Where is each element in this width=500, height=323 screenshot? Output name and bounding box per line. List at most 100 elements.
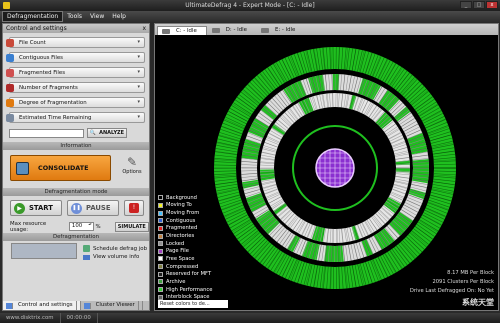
stat-row[interactable]: Estimated Time Remaining ▾ xyxy=(6,112,145,123)
legend-item: High Performance xyxy=(158,286,212,294)
chevron-down-icon: ▾ xyxy=(137,69,140,75)
legend-label: Page File xyxy=(166,248,189,255)
information-list: File Count ▾ Contiguous Files ▾ Fragmented F… xyxy=(3,37,149,123)
legend-item: Page File xyxy=(158,247,212,255)
chevron-down-icon: ▾ xyxy=(137,99,140,105)
stat-label: Contiguous Files xyxy=(19,54,63,61)
last-defragged: Drive Last Defragged On: No Yet xyxy=(409,288,494,294)
menu-defragmentation[interactable]: Defragmentation xyxy=(2,11,64,22)
volume-info-link[interactable]: View volume info xyxy=(83,254,139,260)
stat-row[interactable]: File Count ▾ xyxy=(6,37,145,48)
chevron-down-icon: ▾ xyxy=(137,39,140,45)
menu-view[interactable]: View xyxy=(86,11,108,22)
stat-label: Degree of Fragmentation xyxy=(19,99,87,106)
pause-button[interactable]: ❚❚ PAUSE xyxy=(67,200,119,216)
tab-drive-e[interactable]: E: - Idle xyxy=(257,26,304,35)
chevron-down-icon: ▾ xyxy=(137,114,140,120)
legend-swatch xyxy=(158,264,163,270)
drive-icon xyxy=(260,28,269,33)
legend-label: Fragmented xyxy=(166,225,198,232)
menu-help[interactable]: Help xyxy=(108,11,130,22)
consolidate-button[interactable]: CONSOLIDATE xyxy=(10,155,111,181)
legend-label: Compressed xyxy=(166,263,199,270)
legend-swatch xyxy=(158,287,163,292)
drive-tabs: C: - Idle D: - Idle E: - Idle xyxy=(155,24,498,35)
status-time: 00:00:00 xyxy=(61,313,98,323)
tab-control-settings[interactable]: Control and settings xyxy=(3,301,81,310)
calendar-icon xyxy=(83,245,90,252)
legend-item: Moving To xyxy=(158,202,212,210)
legend-swatch xyxy=(158,241,163,247)
title-bar: UltimateDefrag 4 - Expert Mode - [C: - I… xyxy=(0,0,500,11)
legend-item: Archive xyxy=(158,278,212,286)
legend-swatch xyxy=(158,279,163,285)
block-stats: 8.17 MB Per Block 2091 Clusters Per Bloc… xyxy=(410,269,494,296)
legend-item: Compressed xyxy=(158,263,212,271)
legend-swatch xyxy=(158,271,163,277)
chevron-down-icon: ▾ xyxy=(137,84,140,90)
tab-cluster-label: Cluster Viewer xyxy=(93,301,139,310)
files-icon xyxy=(6,38,14,47)
menu-tools[interactable]: Tools xyxy=(63,11,86,22)
resource-label: Max resource usage: xyxy=(10,220,47,233)
clusters-per-block: 2091 Clusters Per Block xyxy=(432,279,494,285)
reset-colors-field[interactable]: Reset colors to de... xyxy=(158,300,228,308)
legend-swatch xyxy=(158,195,163,201)
cluster-icon xyxy=(83,302,91,309)
chevron-down-icon: ▾ xyxy=(137,54,140,60)
legend-label: Reserved for MFT xyxy=(166,271,212,278)
legend-label: Background xyxy=(166,194,197,201)
close-button[interactable]: x xyxy=(486,1,498,9)
legend-label: Moving From xyxy=(166,210,200,217)
options-label: Options xyxy=(122,169,142,175)
tab-drive-c[interactable]: C: - Idle xyxy=(157,26,207,35)
stop-button[interactable]: ! xyxy=(124,200,144,216)
drive-icon xyxy=(211,28,220,33)
window-title: UltimateDefrag 4 - Expert Mode - [C: - I… xyxy=(185,2,315,9)
resource-spinner[interactable]: 100 xyxy=(68,222,94,231)
stat-label: File Count xyxy=(19,39,46,46)
cluster-map-panel: C: - Idle D: - Idle E: - Idle Background… xyxy=(154,23,499,311)
tab-drive-d[interactable]: D: - Idle xyxy=(208,26,256,35)
defrag-mode-label: Defragmentation mode xyxy=(3,188,149,196)
mb-per-block: 8.17 MB Per Block xyxy=(447,270,494,276)
schedule-link[interactable]: Schedule defrag job xyxy=(83,245,147,252)
contiguous-icon xyxy=(6,53,14,62)
magnifier-icon: 🔍 xyxy=(89,130,97,136)
analyze-progress-field xyxy=(9,128,84,138)
app-icon xyxy=(3,2,10,9)
stat-row[interactable]: Degree of Fragmentation ▾ xyxy=(6,97,145,108)
legend-label: Contiguous xyxy=(166,217,196,224)
stat-row[interactable]: Number of Fragments ▾ xyxy=(6,82,145,93)
settings-icon xyxy=(6,302,13,309)
legend-item: Contiguous xyxy=(158,217,212,225)
legend-swatch xyxy=(158,218,163,224)
stat-label: Fragmented Files xyxy=(19,69,66,76)
minimize-button[interactable]: _ xyxy=(460,1,472,9)
stop-icon: ! xyxy=(129,203,139,213)
start-button[interactable]: ▶ START xyxy=(10,200,62,216)
schedule-label: Schedule defrag job xyxy=(93,245,147,252)
menu-bar: Defragmentation Tools View Help xyxy=(0,11,500,22)
stat-label: Estimated Time Remaining xyxy=(19,114,92,121)
drive-icon xyxy=(162,28,170,34)
legend-label: Moving To xyxy=(166,202,192,209)
panel-header: Control and settings x xyxy=(3,24,149,33)
simulate-button[interactable]: SIMULATE xyxy=(114,221,149,232)
stat-row[interactable]: Contiguous Files ▾ xyxy=(6,52,145,63)
fragments-icon xyxy=(6,83,14,92)
stat-row[interactable]: Fragmented Files ▾ xyxy=(6,67,145,78)
legend-item: Reserved for MFT xyxy=(158,270,212,278)
schedule-preview xyxy=(11,243,77,259)
analyze-button[interactable]: 🔍 ANALYZE xyxy=(87,128,127,138)
maximize-button[interactable]: □ xyxy=(473,1,485,9)
wrench-icon: ✎ xyxy=(126,155,138,169)
app-window: UltimateDefrag 4 - Expert Mode - [C: - I… xyxy=(0,0,500,323)
panel-close-icon[interactable]: x xyxy=(142,24,146,33)
control-panel: Control and settings x File Count ▾ Contig… xyxy=(2,23,150,311)
legend-item: Fragmented xyxy=(158,225,212,233)
tab-cluster-viewer[interactable]: Cluster Viewer xyxy=(81,301,143,310)
options-button[interactable]: ✎ Options xyxy=(119,155,145,181)
legend-swatch xyxy=(158,294,163,300)
pause-label: PAUSE xyxy=(86,204,111,212)
